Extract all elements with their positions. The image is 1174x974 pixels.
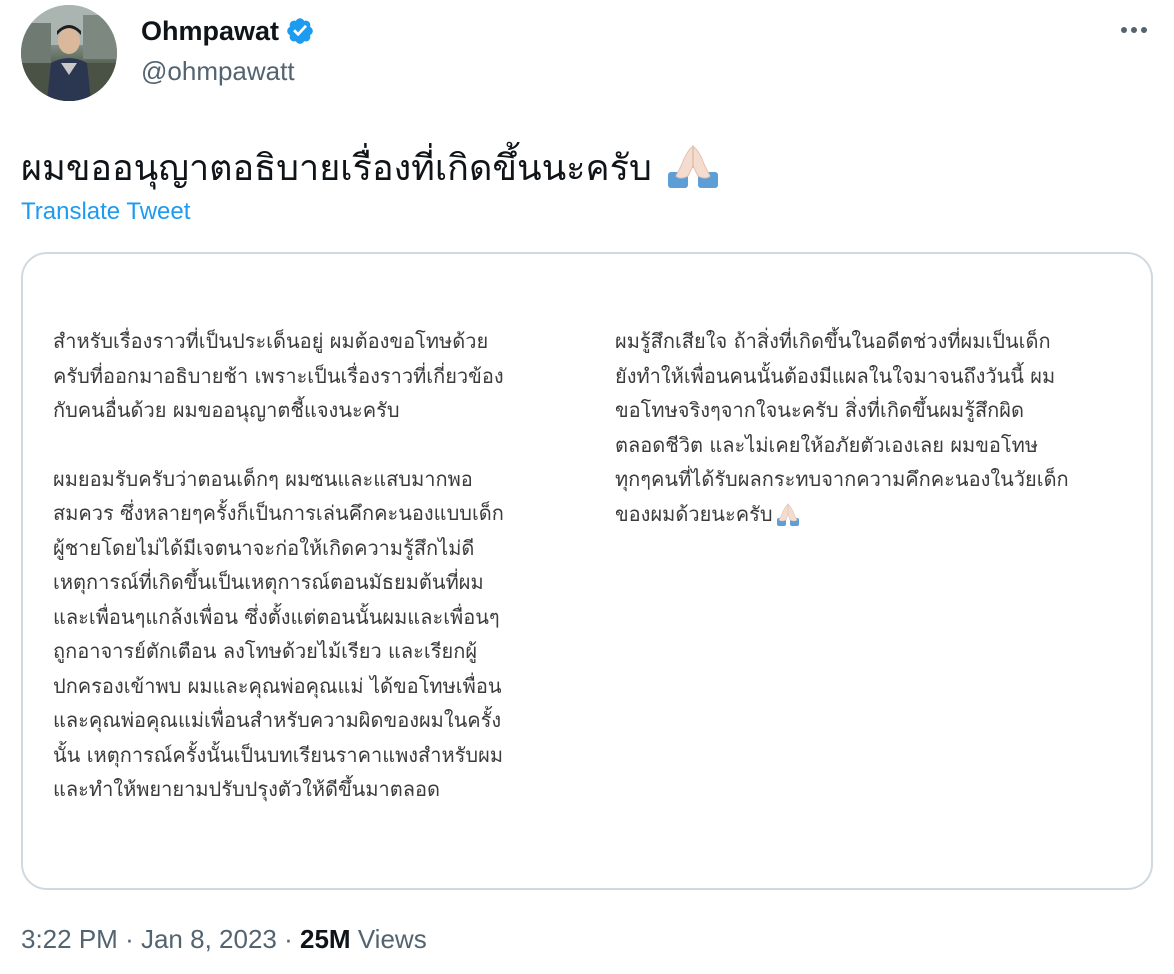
avatar-photo: [21, 5, 117, 101]
image-text-line: ผู้ชายโดยไม่ได้มีเจตนาจะก่อให้เกิดความรู…: [53, 535, 475, 560]
verified-badge-icon: [285, 16, 315, 46]
translate-tweet-link[interactable]: Translate Tweet: [21, 198, 190, 226]
folded-hands-icon: [773, 502, 803, 526]
tweet-image[interactable]: สำหรับเรื่องราวที่เป็นประเด็นอยู่ ผมต้อง…: [21, 252, 1153, 890]
avatar[interactable]: [21, 5, 117, 101]
image-paragraph: สำหรับเรื่องราวที่เป็นประเด็นอยู่ ผมต้อง…: [53, 324, 573, 428]
image-text-line: กับคนอื่นด้วย ผมขออนุญาตชี้แจงนะครับ: [53, 398, 400, 422]
image-text-line: ตลอดชีวิต และไม่เคยให้อภัยตัวเองเลย ผมขอ…: [615, 432, 1039, 457]
image-text-line: สมควร ซึ่งหลายๆครั้งก็เป็นการเล่นคึกคะนอ…: [53, 501, 504, 525]
tweet-text: ผมขออนุญาตอธิบายเรื่องที่เกิดขึ้นนะครับ: [21, 142, 724, 193]
image-text-line-last: ของผมด้วยนะครับ: [615, 497, 1135, 532]
tweet-text-content: ผมขออนุญาตอธิบายเรื่องที่เกิดขึ้นนะครับ: [21, 147, 652, 188]
user-handle[interactable]: @ohmpawatt: [141, 56, 315, 87]
image-paragraph: ผมยอมรับครับว่าตอนเด็กๆ ผมซนและแสบมากพอ …: [53, 462, 573, 807]
image-text-line: ทุกๆคนที่ได้รับผลกระทบจากความคึกคะนองในว…: [615, 467, 1069, 491]
image-text-line: นั้น เหตุการณ์ครั้งนั้นเป็นบทเรียนราคาแพ…: [53, 742, 504, 767]
image-text-left-column: สำหรับเรื่องราวที่เป็นประเด็นอยู่ ผมต้อง…: [53, 324, 573, 841]
tweet-meta: 3:22 PM · Jan 8, 2023 · 25M Views: [21, 924, 427, 955]
meta-separator: ·: [125, 924, 134, 954]
display-name[interactable]: Ohmpawat: [141, 16, 279, 47]
meta-separator: ·: [284, 924, 293, 954]
views-label: Views: [357, 924, 427, 954]
image-text-line: และเพื่อนๆแกล้งเพื่อน ซึ่งตั้งแต่ตอนนั้น…: [53, 604, 500, 629]
image-text-line: ของผมด้วยนะครับ: [615, 501, 773, 526]
tweet: Ohmpawat @ohmpawatt ผมขออนุญาตอธิบายเรื่…: [0, 0, 1174, 974]
image-text-line: และทำให้พยายามปรับปรุงตัวให้ดีขึ้นมาตลอด: [53, 777, 441, 801]
image-text-line: ผมรู้สึกเสียใจ ถ้าสิ่งที่เกิดขึ้นในอดีตช…: [615, 329, 1051, 353]
image-text-line: ยังทำให้เพื่อนคนนั้นต้องมีแผลในใจมาจนถึง…: [615, 363, 1056, 388]
image-text-line: ขอโทษจริงๆจากใจนะครับ สิ่งที่เกิดขึ้นผมร…: [615, 398, 1024, 422]
image-text-line: ถูกอาจารย์ตักเตือน ลงโทษด้วยไม้เรียว และ…: [53, 639, 478, 663]
image-text-line: สำหรับเรื่องราวที่เป็นประเด็นอยู่ ผมต้อง…: [53, 329, 489, 353]
folded-hands-icon: [662, 142, 724, 188]
tweet-date[interactable]: Jan 8, 2023: [141, 924, 277, 954]
user-info: Ohmpawat @ohmpawatt: [141, 12, 315, 87]
image-text-line: เหตุการณ์ที่เกิดขึ้นเป็นเหตุการณ์ตอนมัธย…: [53, 570, 484, 594]
more-options-button[interactable]: [1114, 18, 1154, 42]
image-text-line: ครับที่ออกมาอธิบายช้า เพราะเป็นเรื่องราว…: [53, 363, 504, 388]
more-dots-icon: [1121, 27, 1127, 33]
views-count: 25M: [300, 924, 351, 954]
image-text-right-column: ผมรู้สึกเสียใจ ถ้าสิ่งที่เกิดขึ้นในอดีตช…: [615, 324, 1135, 531]
tweet-time[interactable]: 3:22 PM: [21, 924, 118, 954]
image-text-line: และคุณพ่อคุณแม่เพื่อนสำหรับความผิดของผมใ…: [53, 708, 502, 732]
image-text-line: ผมยอมรับครับว่าตอนเด็กๆ ผมซนและแสบมากพอ: [53, 466, 473, 491]
image-text-line: ปกครองเข้าพบ ผมและคุณพ่อคุณแม่ ได้ขอโทษเ…: [53, 673, 502, 698]
